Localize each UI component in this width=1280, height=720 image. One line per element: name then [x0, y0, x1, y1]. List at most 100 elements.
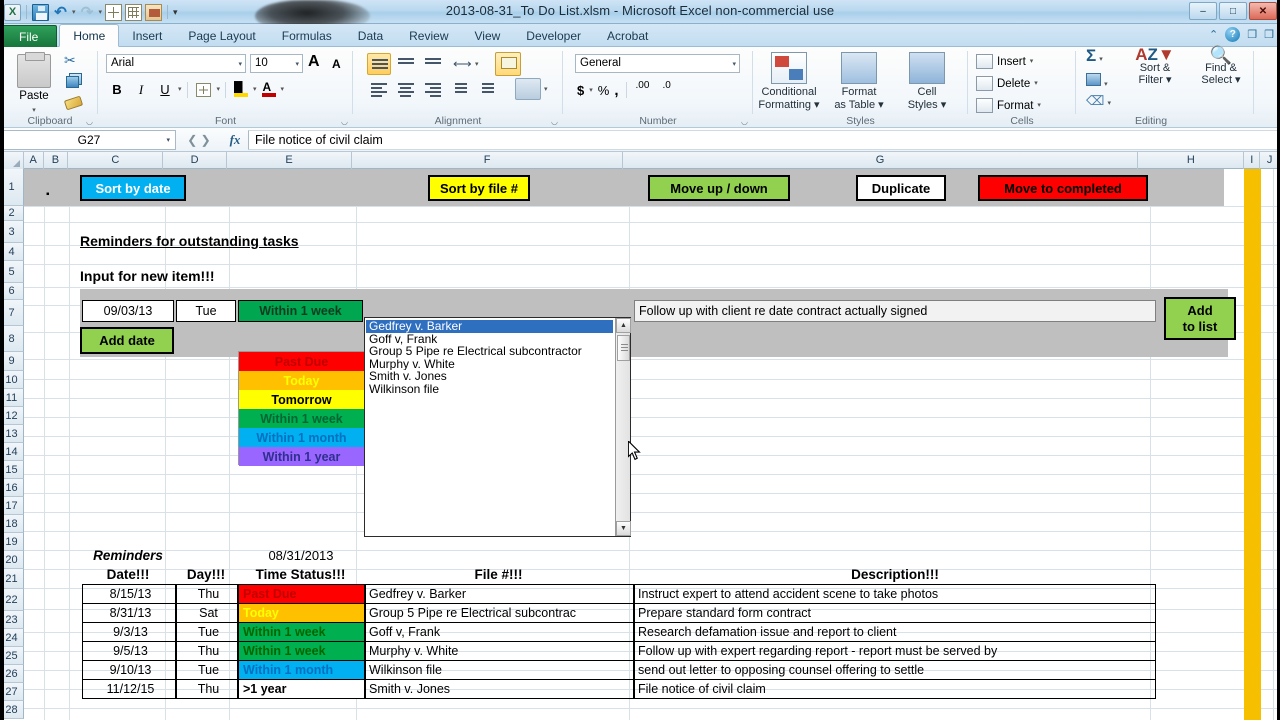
- file-listbox-item[interactable]: Group 5 Pipe re Electrical subcontractor: [366, 345, 613, 358]
- number-dialog-launcher[interactable]: ◡: [741, 117, 750, 126]
- find-select-button[interactable]: 🔍 Find & Select ▾: [1190, 49, 1252, 87]
- duplicate-button[interactable]: Duplicate: [856, 175, 946, 201]
- fill-color-dropdown-icon[interactable]: ▾: [253, 81, 257, 98]
- fill-color-button[interactable]: █: [231, 79, 251, 100]
- align-bottom-button[interactable]: [421, 53, 445, 75]
- scroll-up-icon[interactable]: ▲: [616, 318, 631, 333]
- file-listbox-item[interactable]: Murphy v. White: [366, 358, 613, 371]
- sort-filter-button[interactable]: AZ▼ Sort & Filter ▾: [1124, 49, 1186, 87]
- merge-dropdown-icon[interactable]: ▾: [544, 81, 548, 98]
- add-to-list-button[interactable]: Add to list: [1164, 297, 1236, 340]
- table-cell-date[interactable]: 11/12/15: [82, 679, 176, 699]
- bold-button[interactable]: B: [106, 79, 128, 100]
- table-cell-file[interactable]: Wilkinson file: [365, 660, 634, 680]
- copy-button[interactable]: ▾: [64, 73, 71, 91]
- table-cell-file[interactable]: Murphy v. White: [365, 641, 634, 661]
- collapse-ribbon-icon[interactable]: ⌃: [1209, 28, 1218, 41]
- name-box-dropdown-icon[interactable]: ▾: [166, 136, 170, 144]
- table-cell-status[interactable]: Within 1 month: [238, 660, 365, 680]
- currency-dropdown-icon[interactable]: ▾: [589, 82, 593, 99]
- table-cell-day[interactable]: Thu: [176, 641, 238, 661]
- paste-button[interactable]: Paste ▾: [8, 49, 60, 119]
- table-cell-day[interactable]: Thu: [176, 679, 238, 699]
- conditional-formatting-button[interactable]: Conditional Formatting ▾: [757, 52, 821, 111]
- decrease-font-size-button[interactable]: A: [332, 57, 341, 71]
- orientation-dropdown-icon[interactable]: ▾: [475, 56, 479, 73]
- insert-dropdown-icon[interactable]: ▾: [1030, 53, 1034, 70]
- sort-by-date-button[interactable]: Sort by date: [80, 175, 186, 201]
- table-cell-file[interactable]: Gedfrey v. Barker: [365, 584, 634, 604]
- formula-input[interactable]: File notice of civil claim: [248, 130, 1278, 150]
- table-cell-file[interactable]: Smith v. Jones: [365, 679, 634, 699]
- font-color-dropdown-icon[interactable]: ▾: [281, 81, 285, 98]
- table-cell-status[interactable]: Within 1 week: [238, 641, 365, 661]
- table-cell-description[interactable]: send out letter to opposing counsel offe…: [634, 660, 1156, 680]
- help-icon[interactable]: ?: [1225, 27, 1240, 42]
- table-cell-description[interactable]: Prepare standard form contract: [634, 603, 1156, 623]
- align-center-button[interactable]: [394, 78, 418, 100]
- clear-button[interactable]: ⌫ ▾: [1086, 95, 1111, 112]
- tab-file[interactable]: File: [0, 25, 57, 47]
- table-cell-description[interactable]: Research defamation issue and report to …: [634, 622, 1156, 642]
- underline-button[interactable]: U: [154, 79, 176, 100]
- table-cell-day[interactable]: Thu: [176, 584, 238, 604]
- align-top-button[interactable]: [367, 53, 391, 75]
- increase-indent-button[interactable]: [475, 78, 499, 100]
- file-listbox-scrollbar[interactable]: ▲ ▼: [615, 318, 630, 536]
- table-cell-status[interactable]: Past Due: [238, 584, 365, 604]
- number-format-select[interactable]: General ▾: [575, 54, 740, 73]
- scroll-down-icon[interactable]: ▼: [616, 521, 631, 536]
- name-box[interactable]: G27 ▾: [2, 130, 176, 150]
- sort-by-file-button[interactable]: Sort by file #: [428, 175, 530, 201]
- table-cell-date[interactable]: 9/3/13: [82, 622, 176, 642]
- font-color-button[interactable]: A: [259, 79, 279, 100]
- table-cell-status[interactable]: Today: [238, 603, 365, 623]
- file-listbox-item[interactable]: Gedfrey v. Barker: [366, 320, 613, 333]
- autosum-dropdown-icon[interactable]: ▾: [1099, 56, 1103, 63]
- column-header-B[interactable]: B: [44, 152, 69, 169]
- fill-dropdown-icon[interactable]: ▾: [1104, 81, 1108, 88]
- tab-view[interactable]: View: [462, 26, 514, 47]
- column-header-E[interactable]: E: [227, 152, 353, 169]
- wrap-text-button[interactable]: [495, 52, 521, 76]
- font-size-dropdown-icon[interactable]: ▾: [295, 60, 299, 68]
- move-to-completed-button[interactable]: Move to completed: [978, 175, 1148, 201]
- clipboard-dialog-launcher[interactable]: ◡: [86, 117, 95, 126]
- currency-button[interactable]: $: [577, 83, 584, 98]
- increase-decimal-button[interactable]: .00: [635, 80, 657, 100]
- new-item-date-input[interactable]: 09/03/13: [82, 300, 174, 322]
- format-cells-button[interactable]: Format ▾: [976, 97, 1041, 114]
- number-format-dropdown-icon[interactable]: ▾: [732, 60, 736, 68]
- table-cell-date[interactable]: 9/5/13: [82, 641, 176, 661]
- table-cell-description[interactable]: Follow up with expert regarding report -…: [634, 641, 1156, 661]
- comma-button[interactable]: ,: [614, 82, 618, 99]
- table-cell-day[interactable]: Sat: [176, 603, 238, 623]
- cell-styles-button[interactable]: Cell Styles ▾: [895, 52, 959, 111]
- file-listbox-item[interactable]: Goff v, Frank: [366, 333, 613, 346]
- tab-developer[interactable]: Developer: [513, 26, 594, 47]
- table-cell-status[interactable]: >1 year: [238, 679, 365, 699]
- align-middle-button[interactable]: [394, 53, 418, 75]
- borders-button[interactable]: [193, 79, 215, 100]
- tab-data[interactable]: Data: [345, 26, 396, 47]
- merge-and-center-button[interactable]: [515, 78, 541, 100]
- table-cell-description[interactable]: Instruct expert to attend accident scene…: [634, 584, 1156, 604]
- maximize-button[interactable]: □: [1219, 2, 1247, 20]
- orientation-button[interactable]: ⟷: [448, 53, 472, 75]
- delete-cells-button[interactable]: Delete ▾: [976, 75, 1038, 92]
- align-right-button[interactable]: [421, 78, 445, 100]
- table-cell-date[interactable]: 8/15/13: [82, 584, 176, 604]
- tab-page-layout[interactable]: Page Layout: [175, 26, 268, 47]
- scrollbar-thumb[interactable]: [617, 335, 630, 361]
- tab-acrobat[interactable]: Acrobat: [594, 26, 661, 47]
- decrease-indent-button[interactable]: [448, 78, 472, 100]
- spreadsheet-grid[interactable]: A B C D E F G H I J 12345678910111213141…: [0, 152, 1280, 720]
- file-listbox-item[interactable]: Smith v. Jones: [366, 370, 613, 383]
- tab-home[interactable]: Home: [59, 24, 119, 47]
- new-item-description-input[interactable]: Follow up with client re date contract a…: [634, 300, 1156, 322]
- add-date-button[interactable]: Add date: [80, 327, 174, 354]
- column-header-C[interactable]: C: [68, 152, 163, 169]
- column-header-D[interactable]: D: [163, 152, 226, 169]
- increase-font-size-button[interactable]: A: [308, 53, 320, 71]
- decrease-decimal-button[interactable]: .0: [662, 80, 684, 100]
